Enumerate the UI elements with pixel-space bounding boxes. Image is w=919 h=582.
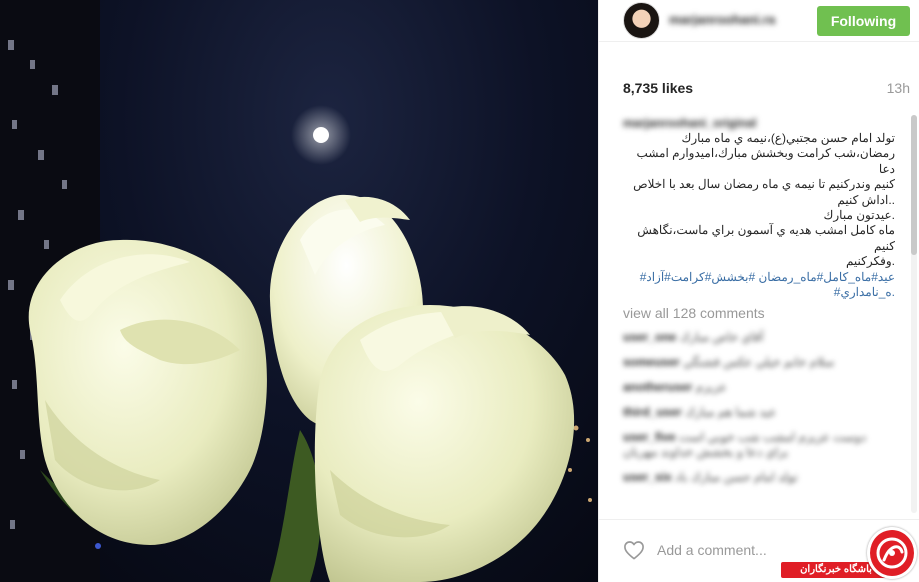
caption-line: كنيم وندركنيم تا نيمه ي ماه رمضان سال بع… [633,177,895,192]
comment-item: user_six تولد امام حسن مبارك باد [623,470,885,485]
roses-moon-illustration [0,0,592,582]
avatar[interactable] [623,2,660,39]
likes-count[interactable]: 8,735 likes [623,80,693,96]
post-time[interactable]: 13h [887,80,910,96]
caption-username[interactable]: marjanroohani_original [623,116,895,131]
caption-line: ماه كامل امشب هديه ي آسمون براي ماست،نگا… [637,223,895,253]
hashtags-line[interactable]: عيد#ماه_كامل#ماه_رمضان #بخشش#كرامت#آزاد# [623,270,895,285]
comment-text: آقاي خاص مبارك [679,330,764,344]
comment-username[interactable]: third_user [623,405,682,419]
caption-line: .وفكركنيم [845,254,895,269]
watermark: باشگاه خبرنگاران [781,527,919,582]
rose-left [28,239,267,545]
watermark-logo-icon [867,527,917,579]
comment-username[interactable]: user_one [623,330,676,344]
post-header: marjanroohani.ra Following [599,0,919,42]
hashtags-line[interactable]: .ه_نامداري# [623,285,895,300]
view-all-comments-link[interactable]: view all 128 comments [623,305,765,321]
scrollbar-thumb[interactable] [911,115,917,255]
following-button[interactable]: Following [817,6,910,36]
comment-username[interactable]: someuser [623,355,680,369]
comment-text: عيد شما هم مبارك [685,405,777,419]
caption-line: .عيدتون مبارك [823,208,896,223]
comment-item: anotheruser عزيزم [623,380,885,395]
comment-item: user_one آقاي خاص مبارك [623,330,885,345]
comment-username[interactable]: anotheruser [623,380,692,394]
caption-line: تولد امام حسن مجتبي(ع)،نيمه ي ماه مبارك [681,131,895,145]
comment-item: user_five دوست عزيزم امشب شب خوبي است بر… [623,430,885,460]
caption-line: ..اداش كنيم [837,192,895,207]
comment-text: تولد امام حسن مبارك باد [675,470,798,484]
comment-item: third_user عيد شما هم مبارك [623,405,885,420]
comment-item: someuser سلام خانم خيلي عكس قشنگي [623,355,885,370]
caption: marjanroohani_original تولد امام حسن مجت… [623,116,895,300]
post-stats: 8,735 likes 13h [599,76,919,100]
comments-scrollbar[interactable] [911,115,917,513]
stem [270,430,321,582]
username[interactable]: marjanroohani.ra [669,12,799,26]
moon [313,127,329,143]
rose-right [314,305,575,582]
comments-list: user_one آقاي خاص مبارك someuser سلام خا… [623,330,885,518]
comment-username[interactable]: user_six [623,470,672,484]
caption-line: رمضان،شب كرامت وبخشش مبارك،اميدوارم امشب… [636,146,895,176]
post-photo[interactable] [0,0,598,582]
post-sidebar: marjanroohani.ra Following 8,735 likes 1… [598,0,919,582]
comment-text: عزيزم [695,380,727,394]
comment-text: سلام خانم خيلي عكس قشنگي [683,355,835,369]
comment-username[interactable]: user_five [623,430,676,444]
